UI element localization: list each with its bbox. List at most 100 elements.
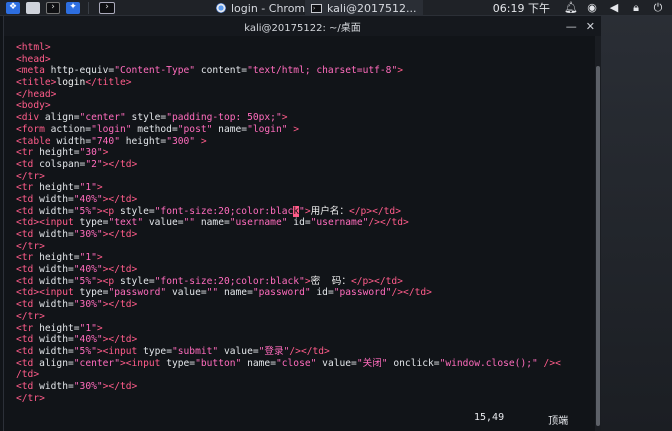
code-token: width= xyxy=(39,334,74,346)
code-token: <td xyxy=(16,380,40,392)
code-line: <head> xyxy=(16,54,586,66)
code-line: </tr> xyxy=(16,311,586,323)
code-token: "button" xyxy=(195,357,242,369)
terminal-window[interactable]: kali@20175122: ~/桌面 — ✕ <html> <head> <met… xyxy=(3,16,601,431)
code-token: "login" xyxy=(247,123,288,135)
code-token: <td xyxy=(16,205,40,217)
minimize-icon[interactable]: — xyxy=(566,20,577,33)
code-token: <tr xyxy=(16,252,40,264)
window-controls: — ✕ xyxy=(566,16,595,36)
power-icon[interactable]: ⏻ xyxy=(652,0,664,16)
code-token: ><p xyxy=(96,205,120,217)
chrome-icon xyxy=(216,3,226,13)
code-token: > xyxy=(96,182,103,194)
scrollbar-thumb[interactable] xyxy=(596,66,600,426)
desktop-icon[interactable] xyxy=(26,1,40,14)
code-token: "post" xyxy=(177,123,213,135)
code-token: <td xyxy=(16,229,40,240)
notification-bell-icon[interactable]: 🔔︎ xyxy=(564,0,578,16)
code-token: <tr xyxy=(16,322,40,334)
code-token: name= xyxy=(212,123,248,135)
taskbar-separator xyxy=(88,1,89,14)
code-token: "30" xyxy=(79,147,103,159)
code-token: </tr> xyxy=(16,240,45,252)
active-terminal-icon[interactable]: › xyxy=(99,1,115,14)
code-token: "password" xyxy=(333,287,392,299)
code-line: <td width="30%"></td> xyxy=(16,299,586,311)
code-token: "center" xyxy=(73,357,120,369)
terminal-launcher-icon[interactable]: › xyxy=(46,1,60,14)
code-token: "login" xyxy=(91,123,132,135)
vim-editor-buffer[interactable]: <html> <head> <meta http-equiv="Content-Ty… xyxy=(16,42,586,404)
volume-icon[interactable]: ◀ xyxy=(608,0,620,16)
code-token: <tr xyxy=(16,147,40,159)
code-token: "关闭" xyxy=(356,357,388,369)
code-line: </tr> xyxy=(16,171,586,183)
code-token: value= xyxy=(316,357,357,369)
code-token: method= xyxy=(131,123,178,135)
code-token: "password" xyxy=(252,287,311,299)
lock-icon[interactable]: 🔒︎ xyxy=(630,0,642,16)
code-token: "font-size:20;color:blac xyxy=(154,205,294,217)
code-line: <td width="5%"><p style="font-size:20;co… xyxy=(16,205,586,218)
code-token: ></td> xyxy=(102,264,138,276)
desktop-background xyxy=(601,16,672,431)
code-token: /td> xyxy=(16,369,40,381)
code-line: <td width="40%"></td> xyxy=(16,334,586,346)
code-token: type= xyxy=(143,345,172,357)
code-token: width= xyxy=(39,380,74,392)
app-launcher-icon[interactable]: ✦ xyxy=(66,1,80,14)
code-line: <div align="center" style="padding-top: … xyxy=(16,112,586,124)
code-token: <td xyxy=(16,193,40,205)
code-token: align= xyxy=(44,112,80,124)
code-token: <td xyxy=(16,345,40,357)
code-token: ><input xyxy=(119,357,167,369)
code-token: </p></td> xyxy=(348,205,401,217)
code-token: "300" xyxy=(166,135,196,147)
code-token: "center" xyxy=(79,112,126,124)
code-token: "2" xyxy=(85,158,103,170)
code-token: <td><input xyxy=(16,287,80,299)
code-token: onclick= xyxy=(387,357,440,369)
code-line: <table width="740" height="300" > xyxy=(16,136,586,148)
code-token: "" xyxy=(183,217,196,229)
taskbar-task-label: login - Chrom... xyxy=(231,1,316,15)
code-token: login xyxy=(56,77,86,89)
code-token: height= xyxy=(119,135,167,147)
code-line: <td width="5%"><input type="submit" valu… xyxy=(16,346,586,358)
close-icon[interactable]: ✕ xyxy=(586,20,595,33)
code-line: <td><input type="text" value="" name="us… xyxy=(16,217,586,229)
terminal-icon: › xyxy=(311,3,322,13)
code-token: width= xyxy=(39,275,74,287)
cursor-position: 15,49 xyxy=(474,412,505,423)
network-icon[interactable]: ◉ xyxy=(586,0,598,16)
code-token: <td><input xyxy=(16,217,80,229)
window-titlebar[interactable]: kali@20175122: ~/桌面 — ✕ xyxy=(4,16,601,36)
code-line: /td> xyxy=(16,369,586,381)
code-line: <td width="40%"></td> xyxy=(16,264,586,276)
code-token: "5%" xyxy=(73,275,97,287)
taskbar-task-terminal[interactable]: › kali@2017512... xyxy=(305,0,423,16)
code-token: <meta xyxy=(16,65,51,77)
code-token: <tr xyxy=(16,182,40,194)
code-token: <div xyxy=(16,112,45,124)
code-token: ><input xyxy=(96,345,144,357)
code-line: <html> xyxy=(16,42,586,54)
clock[interactable]: 06:19 下午 xyxy=(493,0,550,16)
kali-menu-icon[interactable]: ❖ xyxy=(6,1,20,14)
code-token: <td xyxy=(16,334,40,346)
code-line: <meta http-equiv="Content-Type" content=… xyxy=(16,65,586,77)
code-token: > xyxy=(96,322,103,334)
code-token: </tr> xyxy=(16,170,45,182)
code-line: <tr height="1"> xyxy=(16,252,586,264)
code-token: ></td> xyxy=(102,158,138,170)
code-token: align= xyxy=(39,357,74,369)
code-token: "30%" xyxy=(73,229,103,240)
vim-status-line: 15,49 顶端 xyxy=(474,412,568,427)
code-token: "" xyxy=(206,287,219,299)
code-token: <td xyxy=(16,264,40,276)
code-token: </tr> xyxy=(16,310,45,322)
code-token: <td xyxy=(16,357,40,369)
code-token: width= xyxy=(39,205,74,217)
code-token: type= xyxy=(79,217,109,229)
